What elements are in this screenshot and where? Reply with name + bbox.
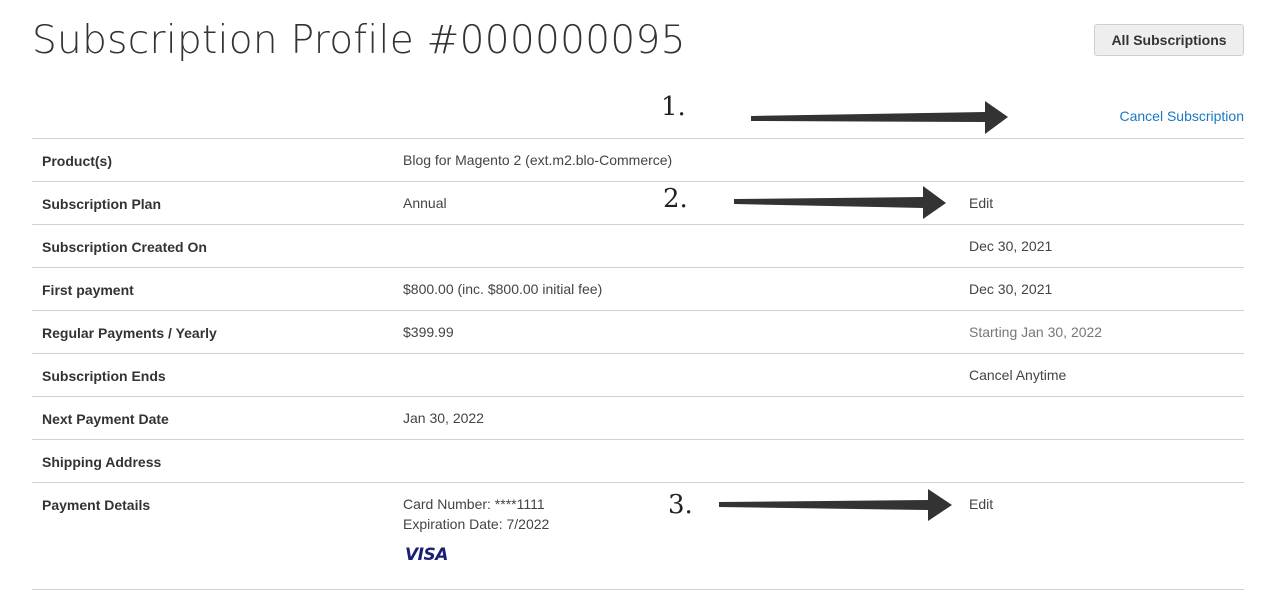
table-row-regular-payments: Regular Payments / Yearly $399.99 Starti… bbox=[32, 311, 1244, 354]
edit-plan-link[interactable]: Edit bbox=[969, 195, 993, 211]
table-row-products: Product(s) Blog for Magento 2 (ext.m2.bl… bbox=[32, 139, 1244, 182]
row-label: Shipping Address bbox=[42, 454, 162, 470]
table-row-shipping-address: Shipping Address bbox=[32, 440, 1244, 483]
card-expiration: Expiration Date: 7/2022 bbox=[403, 516, 550, 532]
table-row-payment-details: Payment Details Card Number: ****1111 Ex… bbox=[32, 483, 1244, 590]
row-value: Annual bbox=[403, 195, 447, 211]
table-row-subscription-ends: Subscription Ends Cancel Anytime bbox=[32, 354, 1244, 397]
table-row-subscription-plan: Subscription Plan Annual Edit bbox=[32, 182, 1244, 225]
row-label: Payment Details bbox=[42, 497, 151, 513]
visa-logo-icon: VISA bbox=[405, 545, 448, 565]
annotation-marker-1: 1. bbox=[661, 92, 686, 122]
payment-card-info: Card Number: ****1111 Expiration Date: 7… bbox=[403, 496, 549, 532]
subscription-details-table: Product(s) Blog for Magento 2 (ext.m2.bl… bbox=[32, 138, 1244, 590]
card-number: Card Number: ****1111 bbox=[403, 496, 545, 512]
row-extra: Dec 30, 2021 bbox=[969, 281, 1053, 297]
row-extra: Starting Jan 30, 2022 bbox=[969, 324, 1103, 340]
row-label: Regular Payments / Yearly bbox=[42, 325, 217, 341]
row-label: Product(s) bbox=[42, 153, 112, 169]
row-extra: Cancel Anytime bbox=[969, 367, 1067, 383]
cancel-subscription-link[interactable]: Cancel Subscription bbox=[1119, 108, 1244, 124]
row-label: Subscription Plan bbox=[42, 196, 162, 212]
row-value: $800.00 (inc. $800.00 initial fee) bbox=[403, 281, 603, 297]
table-row-created-on: Subscription Created On Dec 30, 2021 bbox=[32, 225, 1244, 268]
row-extra: Dec 30, 2021 bbox=[969, 238, 1053, 254]
page-title: Subscription Profile #000000095 bbox=[32, 18, 686, 63]
table-row-next-payment: Next Payment Date Jan 30, 2022 bbox=[32, 397, 1244, 440]
row-value: Jan 30, 2022 bbox=[403, 410, 484, 426]
row-label: Next Payment Date bbox=[42, 411, 169, 427]
arrow-1 bbox=[751, 101, 1008, 134]
all-subscriptions-button[interactable]: All Subscriptions bbox=[1094, 24, 1244, 56]
product-link[interactable]: Blog for Magento 2 (ext.m2.blo-Commerce) bbox=[403, 152, 672, 168]
row-label: First payment bbox=[42, 282, 134, 298]
row-value: $399.99 bbox=[403, 324, 454, 340]
edit-payment-link[interactable]: Edit bbox=[969, 496, 993, 512]
row-label: Subscription Created On bbox=[42, 239, 207, 255]
row-label: Subscription Ends bbox=[42, 368, 166, 384]
table-row-first-payment: First payment $800.00 (inc. $800.00 init… bbox=[32, 268, 1244, 311]
